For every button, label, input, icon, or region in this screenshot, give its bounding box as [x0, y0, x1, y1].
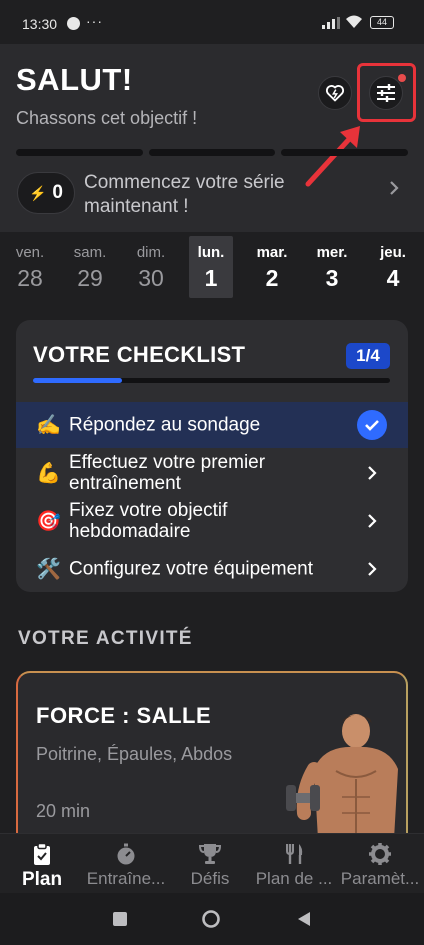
- checklist-title: VOTRE CHECKLIST: [33, 342, 246, 367]
- chevron-right-icon: [368, 466, 377, 480]
- checklist-item-label: Fixez votre objectif hebdomadaire: [69, 500, 228, 542]
- calendar-day[interactable]: dim. 30: [126, 236, 176, 298]
- health-button[interactable]: [318, 76, 352, 110]
- calendar-day-today[interactable]: lun. 1: [189, 236, 233, 298]
- tools-icon: 🛠️: [36, 558, 61, 581]
- workout-card[interactable]: FORCE : SALLE Poitrine, Épaules, Abdos 2…: [16, 671, 408, 851]
- calendar-day-name: lun.: [197, 244, 225, 261]
- flexed-biceps-icon: 💪: [36, 462, 61, 485]
- calendar-day-name: ven.: [15, 244, 45, 261]
- nav-meal-plan[interactable]: Plan de ...: [252, 834, 336, 894]
- workout-duration: 20 min: [36, 801, 91, 821]
- activity-heading: VOTRE ACTIVITÉ: [18, 628, 193, 649]
- calendar-day-date: 3: [325, 265, 339, 291]
- calendar-day[interactable]: sam. 29: [65, 236, 115, 298]
- nav-label: Paramèt...: [340, 869, 420, 888]
- nav-challenges[interactable]: Défis: [168, 834, 252, 894]
- home-circle-icon[interactable]: [201, 909, 221, 929]
- signal-icon: [322, 17, 340, 29]
- athlete-illustration: [286, 714, 398, 839]
- calendar-day-name: jeu.: [380, 244, 406, 261]
- checklist-card: VOTRE CHECKLIST 1/4 ✍️ Répondez au sonda…: [16, 320, 408, 592]
- calendar-day-name: mer.: [316, 244, 348, 261]
- calendar-day-name: sam.: [73, 244, 107, 261]
- calendar-day-date: 1: [204, 265, 218, 291]
- heart-icon: [325, 85, 345, 102]
- calendar-day[interactable]: mer. 3: [307, 236, 357, 298]
- wifi-icon: [346, 15, 362, 28]
- calendar-day[interactable]: ven. 28: [5, 236, 55, 298]
- status-bar: 13:30 ··· 44: [0, 0, 424, 44]
- nav-settings[interactable]: Paramèt...: [336, 834, 424, 894]
- streak-badge[interactable]: ⚡ 0: [17, 172, 75, 214]
- progress-segment: [281, 149, 409, 156]
- calendar-day-date: 4: [386, 265, 400, 291]
- calendar-day-date: 30: [138, 265, 164, 291]
- nav-label: Entraîne...: [86, 869, 166, 888]
- calendar-day[interactable]: mar. 2: [247, 236, 297, 298]
- annotation-highlight-box: [357, 63, 416, 122]
- nav-label: Plan: [21, 869, 63, 890]
- checklist-item-label: Configurez votre équipement: [69, 558, 313, 580]
- clipboard-icon: [34, 842, 50, 865]
- status-dots: ···: [86, 13, 103, 29]
- checklist-item-label: Effectuez votre premier entraînement: [69, 452, 266, 494]
- workout-title: FORCE : SALLE: [36, 703, 212, 728]
- nav-label: Défis: [190, 869, 230, 888]
- progress-segment: [16, 149, 143, 156]
- nav-workouts[interactable]: Entraîne...: [84, 834, 168, 894]
- fork-knife-icon: [286, 844, 303, 864]
- lightning-icon: ⚡: [28, 184, 47, 201]
- bottom-navigation: Plan Entraîne... Défis Plan de ... Param…: [0, 833, 424, 893]
- calendar-day-date: 2: [265, 265, 279, 291]
- battery-icon: 44: [370, 16, 394, 29]
- streak-count: 0: [52, 182, 63, 203]
- streak-text[interactable]: Commencez votre série maintenant !: [84, 171, 354, 219]
- nav-plan[interactable]: Plan: [0, 834, 84, 894]
- chevron-right-icon: [368, 514, 377, 528]
- nav-label: Plan de ...: [255, 869, 333, 888]
- calendar-day-name: dim.: [136, 244, 166, 261]
- notification-dot: [398, 74, 406, 82]
- calendar-day-date: 29: [77, 265, 103, 291]
- progress-segment: [148, 149, 276, 156]
- back-triangle-icon[interactable]: [296, 911, 312, 927]
- workout-muscles: Poitrine, Épaules, Abdos: [36, 744, 233, 764]
- calendar-day[interactable]: jeu. 4: [368, 236, 418, 298]
- checklist-item[interactable]: 🎯 Fixez votre objectif hebdomadaire: [16, 498, 408, 544]
- checkmark-icon: [357, 410, 387, 440]
- header-card: SALUT! Chassons cet objectif ! ⚡ 0 Comme…: [0, 44, 424, 232]
- target-icon: 🎯: [36, 510, 61, 533]
- recents-square-icon[interactable]: [112, 911, 128, 927]
- writing-hand-icon: ✍️: [36, 414, 61, 437]
- checklist-progress-fill: [33, 378, 123, 383]
- checklist-item[interactable]: 🛠️ Configurez votre équipement: [16, 546, 408, 592]
- checklist-item-label: Répondez au sondage: [69, 414, 261, 436]
- weekly-progress-segments: [16, 149, 409, 156]
- greeting-subtitle: Chassons cet objectif !: [16, 108, 198, 128]
- chevron-right-icon: [368, 562, 377, 576]
- greeting-title: SALUT!: [16, 62, 133, 97]
- checklist-count-badge: 1/4: [346, 343, 390, 369]
- status-time: 13:30: [22, 16, 58, 32]
- system-navigation-bar: [0, 893, 424, 945]
- checklist-item[interactable]: 💪 Effectuez votre premier entraînement: [16, 450, 408, 496]
- messenger-icon: [67, 17, 80, 30]
- chevron-right-icon[interactable]: [388, 178, 400, 198]
- checklist-item[interactable]: ✍️ Répondez au sondage: [16, 402, 408, 448]
- stopwatch-icon: [117, 843, 135, 865]
- calendar-day-date: 28: [17, 265, 43, 291]
- calendar-day-name: mar.: [256, 244, 288, 261]
- trophy-icon: [198, 844, 222, 864]
- gear-icon: [369, 843, 391, 865]
